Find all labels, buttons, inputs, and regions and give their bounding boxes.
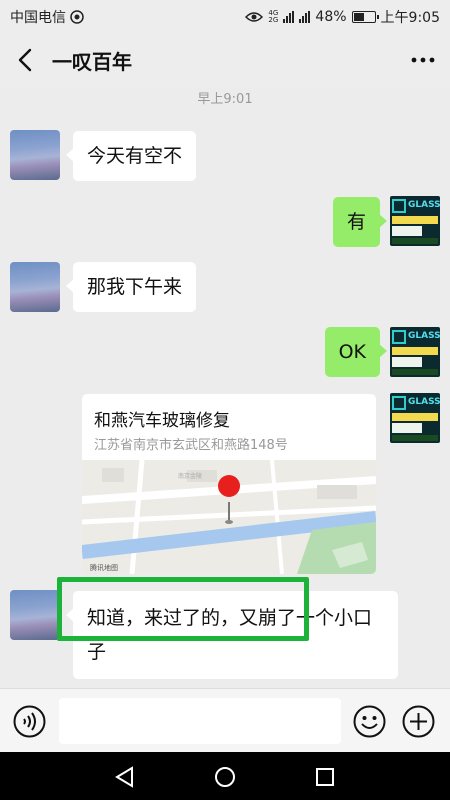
user-avatar[interactable]: GLASS: [390, 196, 440, 246]
battery-icon: [351, 11, 379, 23]
incoming-message[interactable]: 那我下午来: [65, 262, 197, 312]
signal-2-icon: [299, 11, 311, 23]
svg-text:南京金陵: 南京金陵: [178, 472, 202, 480]
user-avatar[interactable]: GLASS: [390, 327, 440, 377]
chat-header: 一叹百年: [0, 32, 450, 88]
avatar-car: [392, 357, 422, 367]
highlight-box: [57, 577, 309, 641]
location-message[interactable]: 和燕汽车玻璃修复 江苏省南京市玄武区和燕路148号 南京金陵 腾讯地图: [82, 394, 376, 574]
back-icon[interactable]: [14, 46, 40, 74]
user-avatar[interactable]: GLASS: [390, 393, 440, 443]
avatar-logo: [392, 396, 406, 410]
more-icon[interactable]: [408, 46, 438, 74]
avatar-brand-text: GLASS: [408, 397, 440, 407]
contact-avatar[interactable]: [10, 262, 60, 312]
hotspot-icon: [70, 10, 84, 24]
map-attribution: 腾讯地图: [90, 563, 118, 572]
avatar-footer: [392, 435, 438, 441]
message-input[interactable]: [59, 698, 341, 744]
outgoing-message[interactable]: OK: [324, 327, 388, 377]
system-nav-bar: [0, 752, 450, 800]
avatar-logo: [392, 330, 406, 344]
carrier-label: 中国电信: [10, 10, 66, 26]
location-address: 江苏省南京市玄武区和燕路148号: [94, 438, 288, 453]
location-map: 南京金陵 腾讯地图: [82, 460, 376, 574]
plus-icon[interactable]: [402, 705, 435, 738]
nav-home-icon[interactable]: [212, 764, 238, 790]
voice-icon[interactable]: [13, 705, 46, 738]
location-name: 和燕汽车玻璃修复: [94, 411, 230, 431]
avatar-brand-text: GLASS: [408, 200, 440, 210]
avatar-logo: [392, 199, 406, 213]
nav-recents-icon[interactable]: [312, 764, 338, 790]
incoming-message[interactable]: 今天有空不: [65, 131, 197, 181]
status-bar: 中国电信 4G 2G 48% 上午9:05: [0, 0, 450, 32]
message-timestamp: 早上9:01: [197, 92, 253, 107]
emoji-icon[interactable]: [353, 705, 386, 738]
avatar-footer: [392, 238, 438, 244]
clock: 上午9:05: [380, 10, 440, 26]
outgoing-message[interactable]: 有: [332, 197, 388, 247]
contact-avatar[interactable]: [10, 590, 60, 640]
signal-icon: [283, 11, 295, 23]
contact-avatar[interactable]: [10, 130, 60, 180]
avatar-footer: [392, 369, 438, 375]
avatar-car: [392, 226, 422, 236]
avatar-brand-text: GLASS: [408, 331, 440, 341]
nav-back-icon[interactable]: [112, 764, 138, 790]
chat-title: 一叹百年: [52, 50, 132, 74]
eye-icon: [245, 12, 264, 22]
avatar-stripe: [392, 216, 438, 224]
battery-percent: 48%: [315, 9, 347, 25]
avatar-stripe: [392, 413, 438, 421]
input-bar: [0, 688, 450, 752]
network-type-label: 4G 2G: [268, 9, 279, 24]
avatar-stripe: [392, 347, 438, 355]
avatar-car: [392, 423, 422, 433]
